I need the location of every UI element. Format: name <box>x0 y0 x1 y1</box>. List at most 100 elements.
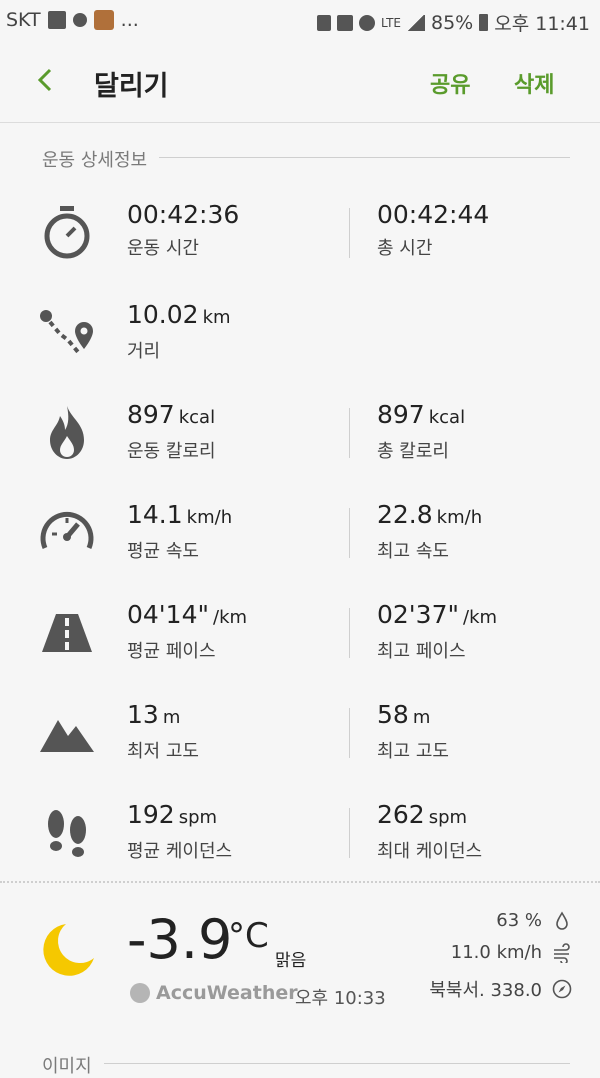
distance-label: 거리 <box>127 341 161 362</box>
max-altitude-value: 58 <box>377 700 409 729</box>
provider-name: AccuWeather <box>156 982 298 1004</box>
max-speed-value: 22.8 <box>377 500 433 529</box>
mountain-icon <box>40 720 94 752</box>
max-cadence-unit: spm <box>428 807 468 828</box>
column-divider <box>349 508 350 558</box>
avg-speed-unit: km/h <box>186 507 233 528</box>
avg-pace-label: 평균 페이스 <box>127 641 216 662</box>
distance-value: 10.02 <box>127 300 199 329</box>
min-altitude-value: 13 <box>127 700 159 729</box>
page-title: 달리기 <box>94 71 169 102</box>
app-notification-icon <box>72 13 87 27</box>
total-calories-value: 897 <box>377 400 425 429</box>
gallery-notification-icon <box>47 11 66 29</box>
weather-card: -3.9 °C 맑음 AccuWeather 오후 10:33 63 % 11.… <box>0 890 600 1020</box>
status-bar: SKT ... LTE 85% 오후 11:41 <box>0 0 600 40</box>
images-section-header: 이미지 <box>42 1052 570 1078</box>
max-cadence-value: 262 <box>377 800 425 829</box>
avg-cadence-label: 평균 케이던스 <box>127 841 233 862</box>
stat-row-cadence: 192 spm 평균 케이던스 262 spm 최대 케이던스 <box>0 800 600 900</box>
column-divider <box>349 208 350 258</box>
distance-unit: km <box>202 307 231 328</box>
share-button[interactable]: 공유 <box>430 67 470 99</box>
max-speed-unit: km/h <box>436 507 483 528</box>
battery-percent: 85% <box>431 11 474 34</box>
speedometer-icon <box>40 511 94 549</box>
battery-icon <box>479 14 489 31</box>
humidity-value: 63 % <box>496 910 542 931</box>
total-calories-unit: kcal <box>428 407 466 428</box>
workout-time-value: 00:42:36 <box>127 200 240 229</box>
footprints-icon <box>48 810 86 857</box>
best-pace-value: 02'37" <box>377 600 459 629</box>
best-pace-label: 최고 페이스 <box>377 641 466 662</box>
temperature-value: -3.9 <box>127 908 233 971</box>
min-altitude-label: 최저 고도 <box>127 741 199 762</box>
avg-speed-value: 14.1 <box>127 500 183 529</box>
app-bar: 달리기 공유 삭제 <box>0 40 600 123</box>
clock: 오후 11:41 <box>494 13 590 35</box>
column-divider <box>349 408 350 458</box>
avg-cadence-unit: spm <box>178 807 218 828</box>
more-notifications: ... <box>120 9 139 31</box>
carrier-label: SKT <box>6 9 41 31</box>
avg-pace-unit: /km <box>213 607 248 628</box>
delete-button[interactable]: 삭제 <box>514 67 554 99</box>
stat-row-distance: 10.02 km 거리 <box>0 300 600 400</box>
section-title: 운동 상세정보 <box>42 150 160 171</box>
workout-time-label: 운동 시간 <box>127 238 199 259</box>
workout-calories-unit: kcal <box>178 407 216 428</box>
wind-direction-stat: 북북서. 338.0 <box>429 976 572 1002</box>
max-altitude-unit: m <box>412 707 431 728</box>
stat-row-speed: 14.1 km/h 평균 속도 22.8 km/h 최고 속도 <box>0 500 600 600</box>
compass-icon <box>552 979 572 999</box>
total-time-label: 총 시간 <box>377 238 433 259</box>
thumbnail-notification-icon <box>93 10 114 30</box>
stat-row-time: 00:42:36 운동 시간 00:42:44 총 시간 <box>0 200 600 300</box>
wind-value: 11.0 km/h <box>450 942 542 963</box>
max-speed-label: 최고 속도 <box>377 541 449 562</box>
network-label: LTE <box>381 15 401 30</box>
max-altitude-label: 최고 고도 <box>377 741 449 762</box>
avg-pace-value: 04'14" <box>127 600 209 629</box>
flame-icon <box>50 406 84 459</box>
column-divider <box>349 808 350 858</box>
best-pace-unit: /km <box>463 607 498 628</box>
signal-icon <box>407 14 425 31</box>
drop-icon <box>556 910 568 930</box>
column-divider <box>349 608 350 658</box>
total-time-value: 00:42:44 <box>377 200 490 229</box>
weather-condition: 맑음 <box>275 951 307 971</box>
weather-divider <box>0 881 600 883</box>
temperature-unit: °C <box>228 916 269 956</box>
avg-cadence-value: 192 <box>127 800 175 829</box>
route-icon <box>40 310 93 354</box>
max-cadence-label: 최대 케이던스 <box>377 841 483 862</box>
wind-icon <box>554 942 570 963</box>
workout-calories-label: 운동 칼로리 <box>127 441 216 462</box>
mute-icon <box>337 14 354 31</box>
stat-row-altitude: 13 m 최저 고도 58 m 최고 고도 <box>0 700 600 800</box>
workout-details-header: 운동 상세정보 <box>42 146 570 172</box>
avg-speed-label: 평균 속도 <box>127 541 199 562</box>
images-section-title: 이미지 <box>42 1056 104 1077</box>
back-button[interactable] <box>30 62 66 98</box>
stopwatch-icon <box>44 206 90 259</box>
moon-icon <box>43 924 94 976</box>
weather-time: 오후 10:33 <box>295 988 386 1009</box>
wind-direction-value: 북북서. 338.0 <box>429 980 542 1001</box>
workout-calories-value: 897 <box>127 400 175 429</box>
humidity-stat: 63 % <box>496 910 572 931</box>
road-icon <box>42 614 92 652</box>
weather-provider: AccuWeather <box>130 982 298 1004</box>
alarm-icon <box>359 14 376 31</box>
stat-row-pace: 04'14"/km 평균 페이스 02'37"/km 최고 페이스 <box>0 600 600 700</box>
sun-icon <box>130 983 150 1003</box>
column-divider <box>349 708 350 758</box>
section-divider <box>42 1063 570 1064</box>
lock-icon <box>317 14 332 31</box>
wind-stat: 11.0 km/h <box>451 942 572 963</box>
stat-row-calories: 897 kcal 운동 칼로리 897 kcal 총 칼로리 <box>0 400 600 500</box>
total-calories-label: 총 칼로리 <box>377 441 449 462</box>
min-altitude-unit: m <box>162 707 181 728</box>
